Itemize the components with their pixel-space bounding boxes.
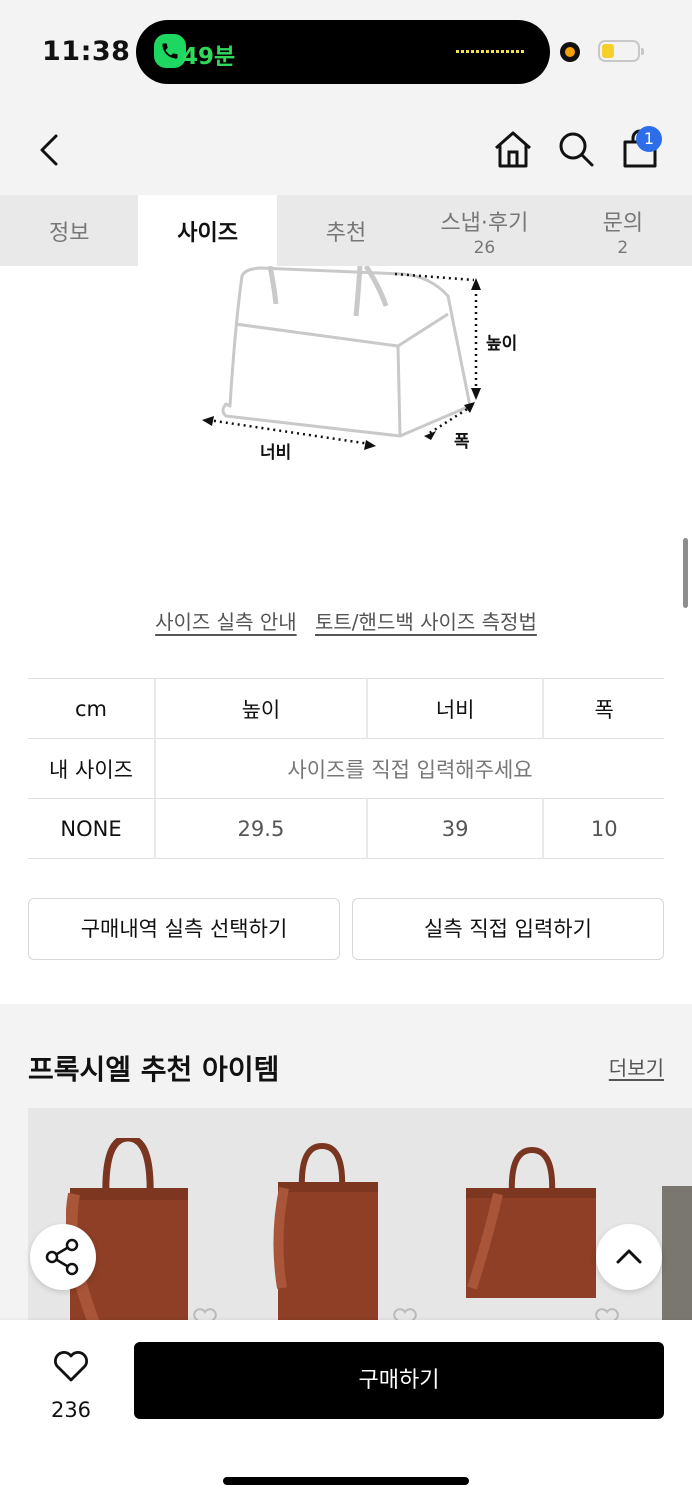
tab-inquiry[interactable]: 문의 2: [554, 195, 692, 266]
tab-count: 2: [617, 238, 629, 258]
tab-recommend[interactable]: 추천: [277, 195, 415, 266]
my-size-input-prompt[interactable]: 사이즈를 직접 입력해주세요: [154, 738, 664, 799]
chevron-up-icon: [616, 1249, 642, 1264]
diagram-width-label: 너비: [260, 443, 291, 463]
like-button[interactable]: 236: [40, 1346, 102, 1436]
tab-count: 26: [473, 238, 496, 258]
share-icon: [45, 1238, 79, 1276]
tab-snap-review[interactable]: 스냅·후기 26: [415, 195, 553, 266]
diagram-height-label: 높이: [486, 334, 517, 354]
back-icon[interactable]: [34, 128, 70, 172]
table-cell: 29.5: [154, 798, 367, 859]
table-cell: 10: [542, 798, 664, 859]
home-icon[interactable]: [492, 128, 534, 170]
table-header-cell: 폭: [542, 678, 664, 739]
product-image[interactable]: [272, 1138, 382, 1324]
table-cell: 39: [365, 798, 544, 859]
recommend-carousel[interactable]: [28, 1108, 692, 1324]
table-row: NONE 29.5 39 10: [28, 798, 664, 859]
diagram-depth-label: 폭: [454, 432, 470, 452]
bag-size-diagram: 높이 폭 너비: [202, 266, 517, 463]
call-duration: 49분: [182, 44, 236, 70]
product-image[interactable]: [462, 1138, 602, 1324]
scroll-indicator[interactable]: [683, 538, 688, 608]
share-button[interactable]: [30, 1224, 96, 1290]
tab-label: 스냅·후기: [440, 211, 529, 236]
recording-dot-icon: [560, 42, 580, 62]
size-table: cm 높이 너비 폭 내 사이즈 사이즈를 직접 입력해주세요 NONE 29.…: [28, 678, 664, 859]
more-link[interactable]: 더보기: [609, 1052, 664, 1081]
dynamic-island[interactable]: 49분: [136, 20, 550, 84]
status-bar: 11:38 49분: [0, 0, 692, 100]
direct-input-button[interactable]: 실측 직접 입력하기: [352, 898, 664, 960]
buy-button[interactable]: 구매하기: [134, 1342, 664, 1419]
table-header-cell: 너비: [365, 678, 544, 739]
search-icon[interactable]: [556, 128, 596, 170]
product-tabs: 정보 사이즈 추천 스냅·후기 26 문의 2: [0, 195, 692, 266]
bottom-purchase-bar: 236 구매하기: [0, 1320, 692, 1500]
measure-method-link[interactable]: 토트/핸드백 사이즈 측정법: [315, 610, 537, 634]
size-name-cell: NONE: [28, 798, 156, 859]
tab-label: 사이즈: [177, 221, 238, 246]
product-image[interactable]: [660, 1138, 692, 1324]
scroll-to-top-button[interactable]: [596, 1224, 662, 1290]
audio-waveform-icon: [456, 50, 526, 53]
tab-size[interactable]: 사이즈: [138, 195, 277, 266]
like-count: 236: [50, 1398, 92, 1422]
table-header-cell: cm: [28, 678, 156, 739]
size-guide-link[interactable]: 사이즈 실측 안내: [155, 610, 297, 634]
top-nav-bar: [0, 100, 692, 195]
recommend-section: 프록시엘 추천 아이템 더보기: [0, 1004, 692, 1324]
size-links: 사이즈 실측 안내 토트/핸드백 사이즈 측정법: [0, 606, 692, 635]
heart-icon: [54, 1351, 88, 1382]
select-from-history-button[interactable]: 구매내역 실측 선택하기: [28, 898, 340, 960]
table-header-cell: 높이: [154, 678, 367, 739]
tab-label: 정보: [48, 221, 90, 246]
recommend-title: 프록시엘 추천 아이템: [28, 1053, 280, 1086]
table-header-row: cm 높이 너비 폭: [28, 678, 664, 739]
my-size-row[interactable]: 내 사이즈 사이즈를 직접 입력해주세요: [28, 738, 664, 799]
size-section: 높이 폭 너비 사이즈 실측 안내 토트/핸드백 사이즈 측정법 cm 높이 너…: [0, 266, 692, 1004]
tab-label: 문의: [602, 211, 644, 236]
battery-icon: [598, 40, 644, 62]
status-time: 11:38: [42, 36, 131, 67]
home-indicator[interactable]: [223, 1477, 469, 1485]
my-size-label: 내 사이즈: [28, 738, 156, 799]
tab-label: 추천: [325, 221, 367, 246]
tab-info[interactable]: 정보: [0, 195, 138, 266]
cart-count-badge: 1: [636, 126, 662, 152]
